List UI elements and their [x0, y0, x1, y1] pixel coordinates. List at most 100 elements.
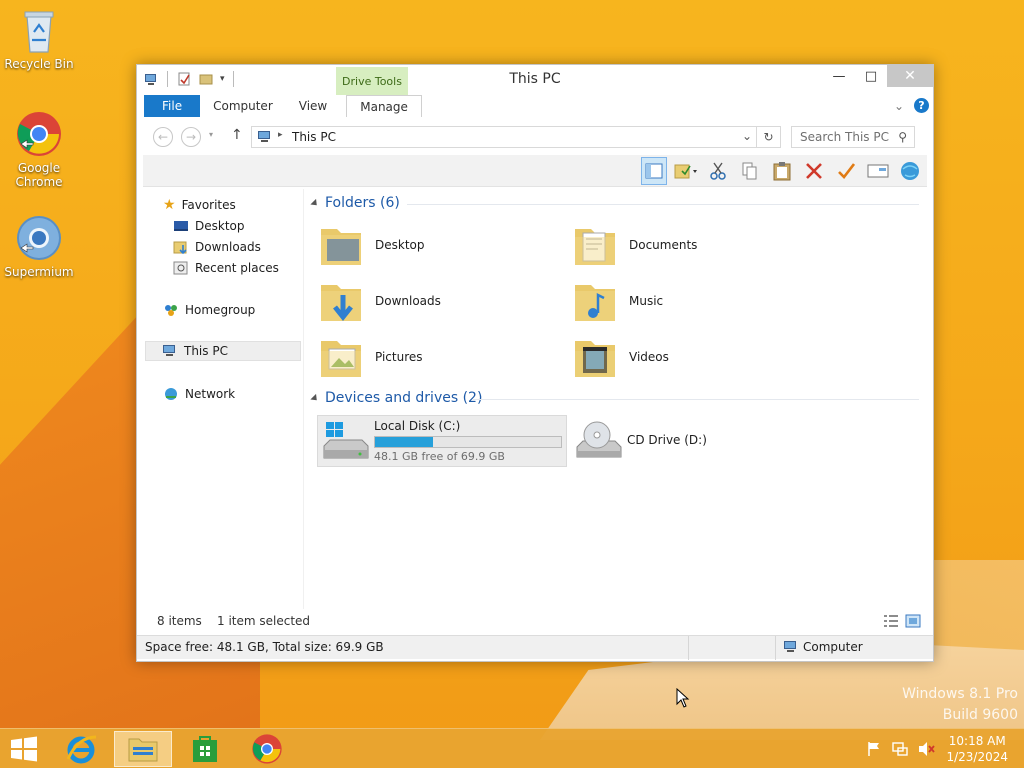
taskbar-clock[interactable]: 10:18 AM 1/23/2024: [946, 733, 1008, 765]
taskbar-store[interactable]: [176, 731, 234, 767]
tab-view[interactable]: View: [286, 95, 340, 117]
up-button[interactable]: ↑: [231, 127, 243, 143]
recent-places-icon: [173, 261, 188, 275]
recycle-bin-icon: [24, 11, 54, 53]
paste-button[interactable]: [769, 157, 795, 185]
checkmark-icon: [838, 163, 855, 179]
taskbar-chrome[interactable]: [238, 731, 296, 767]
desktop-icon-label: Google Chrome: [15, 161, 63, 189]
folder-desktop[interactable]: Desktop: [317, 219, 557, 271]
folder-documents[interactable]: Documents: [571, 219, 811, 271]
desktop-icon-google-chrome[interactable]: Google Chrome: [2, 110, 76, 189]
network-icon: [165, 388, 177, 400]
status-space-info: Space free: 48.1 GB, Total size: 69.9 GB: [145, 640, 384, 654]
folder-music[interactable]: Music: [571, 275, 811, 327]
forward-button[interactable]: →: [181, 127, 201, 147]
computer-icon: [258, 131, 270, 142]
folder-label: Downloads: [375, 294, 441, 308]
clock-time: 10:18 AM: [948, 734, 1006, 748]
search-input[interactable]: Search This PC ⚲: [791, 126, 915, 148]
pictures-folder-icon: [321, 341, 361, 377]
large-icons-view-icon[interactable]: [905, 614, 921, 628]
properties-button[interactable]: [865, 157, 891, 185]
recent-locations-icon[interactable]: ▾: [209, 130, 213, 139]
network-button[interactable]: [897, 157, 923, 185]
preview-pane-button[interactable]: [641, 157, 667, 185]
toolbar-icons: [641, 157, 923, 185]
nav-label: Desktop: [195, 219, 245, 233]
taskbar: 10:18 AM 1/23/2024: [0, 728, 1024, 768]
nav-label: Recent places: [195, 261, 279, 275]
supermium-icon: [17, 216, 61, 260]
delete-button[interactable]: [801, 157, 827, 185]
nav-item-downloads[interactable]: Downloads: [173, 237, 261, 257]
tab-computer[interactable]: Computer: [200, 95, 286, 117]
taskbar-internet-explorer[interactable]: [52, 731, 110, 767]
nav-item-homegroup[interactable]: Homegroup: [163, 300, 255, 320]
system-tray: [866, 741, 936, 757]
drive-name: CD Drive (D:): [627, 433, 707, 447]
command-toolbar: [143, 155, 927, 187]
scissors-icon: [710, 162, 726, 180]
close-button[interactable]: ✕: [887, 65, 933, 87]
drive-local-disk-c[interactable]: Local Disk (C:) 48.1 GB free of 69.9 GB: [317, 415, 567, 467]
desktop-icon-recycle-bin[interactable]: Recycle Bin: [2, 6, 76, 71]
folders-group-header[interactable]: Folders (6): [310, 195, 400, 211]
address-bar[interactable]: ▸ This PC ⌄ ↻: [251, 126, 781, 148]
start-button[interactable]: [0, 731, 48, 767]
drive-cd-d[interactable]: CD Drive (D:): [571, 415, 821, 467]
taskbar-file-explorer[interactable]: [114, 731, 172, 767]
desktop-icon-supermium[interactable]: Supermium: [2, 214, 76, 279]
status-location-label: Computer: [803, 640, 863, 654]
maximize-button[interactable]: □: [855, 65, 887, 87]
help-icon[interactable]: ?: [914, 98, 929, 113]
rename-button[interactable]: [833, 157, 859, 185]
tab-file[interactable]: File: [144, 95, 201, 117]
open-button[interactable]: [673, 157, 699, 185]
nav-item-this-pc[interactable]: This PC: [145, 341, 301, 361]
tab-manage[interactable]: Manage: [346, 95, 422, 117]
homegroup-icon: [165, 305, 177, 316]
music-folder-icon: [575, 285, 615, 321]
copy-button[interactable]: [737, 157, 763, 185]
folder-pictures[interactable]: Pictures: [317, 331, 557, 383]
documents-folder-icon: [575, 229, 615, 265]
network-tray-icon[interactable]: [892, 741, 908, 757]
windows-watermark: Windows 8.1 Pro Build 9600: [902, 684, 1018, 726]
downloads-folder-icon: [321, 285, 361, 322]
delete-x-icon: [806, 163, 822, 179]
explorer-window[interactable]: ▾ Drive Tools This PC — □ ✕ File Compute…: [136, 64, 934, 662]
nav-label: Homegroup: [185, 303, 256, 317]
back-button[interactable]: ←: [153, 127, 173, 147]
refresh-button[interactable]: ↻: [756, 127, 780, 147]
ribbon-right-controls: ⌄ ?: [894, 98, 929, 113]
expand-ribbon-icon[interactable]: ⌄: [894, 99, 904, 113]
title-bar[interactable]: ▾ Drive Tools This PC — □ ✕: [137, 65, 933, 95]
address-text: This PC: [292, 130, 336, 144]
breadcrumb-chevron-icon[interactable]: ▸: [278, 130, 283, 140]
nav-item-desktop[interactable]: Desktop: [173, 216, 245, 236]
volume-muted-icon[interactable]: [918, 741, 936, 757]
drive-name: Local Disk (C:): [374, 419, 461, 433]
action-center-flag-icon[interactable]: [866, 741, 882, 757]
folder-check-icon: [674, 164, 697, 179]
ribbon-tabs: File Computer View Manage: [144, 95, 926, 117]
desktop-folder-icon: [321, 229, 361, 265]
folder-downloads[interactable]: Downloads: [317, 275, 557, 327]
address-dropdown-icon[interactable]: ⌄: [742, 129, 752, 143]
mouse-cursor-icon: [676, 688, 690, 708]
devices-group-header[interactable]: Devices and drives (2): [310, 390, 482, 406]
nav-label: This PC: [184, 344, 228, 358]
nav-item-recent-places[interactable]: Recent places: [173, 258, 279, 278]
nav-item-network[interactable]: Network: [163, 384, 235, 404]
folder-label: Videos: [629, 350, 669, 364]
folder-label: Desktop: [375, 238, 425, 252]
cut-button[interactable]: [705, 157, 731, 185]
folder-videos[interactable]: Videos: [571, 331, 811, 383]
drive-free-space: 48.1 GB free of 69.9 GB: [374, 450, 505, 463]
details-view-icon[interactable]: [883, 614, 899, 628]
minimize-button[interactable]: —: [823, 65, 855, 87]
pane-divider[interactable]: [303, 189, 304, 609]
nav-item-favorites[interactable]: ★ Favorites: [163, 195, 236, 215]
details-status-bar: Space free: 48.1 GB, Total size: 69.9 GB…: [137, 635, 933, 660]
